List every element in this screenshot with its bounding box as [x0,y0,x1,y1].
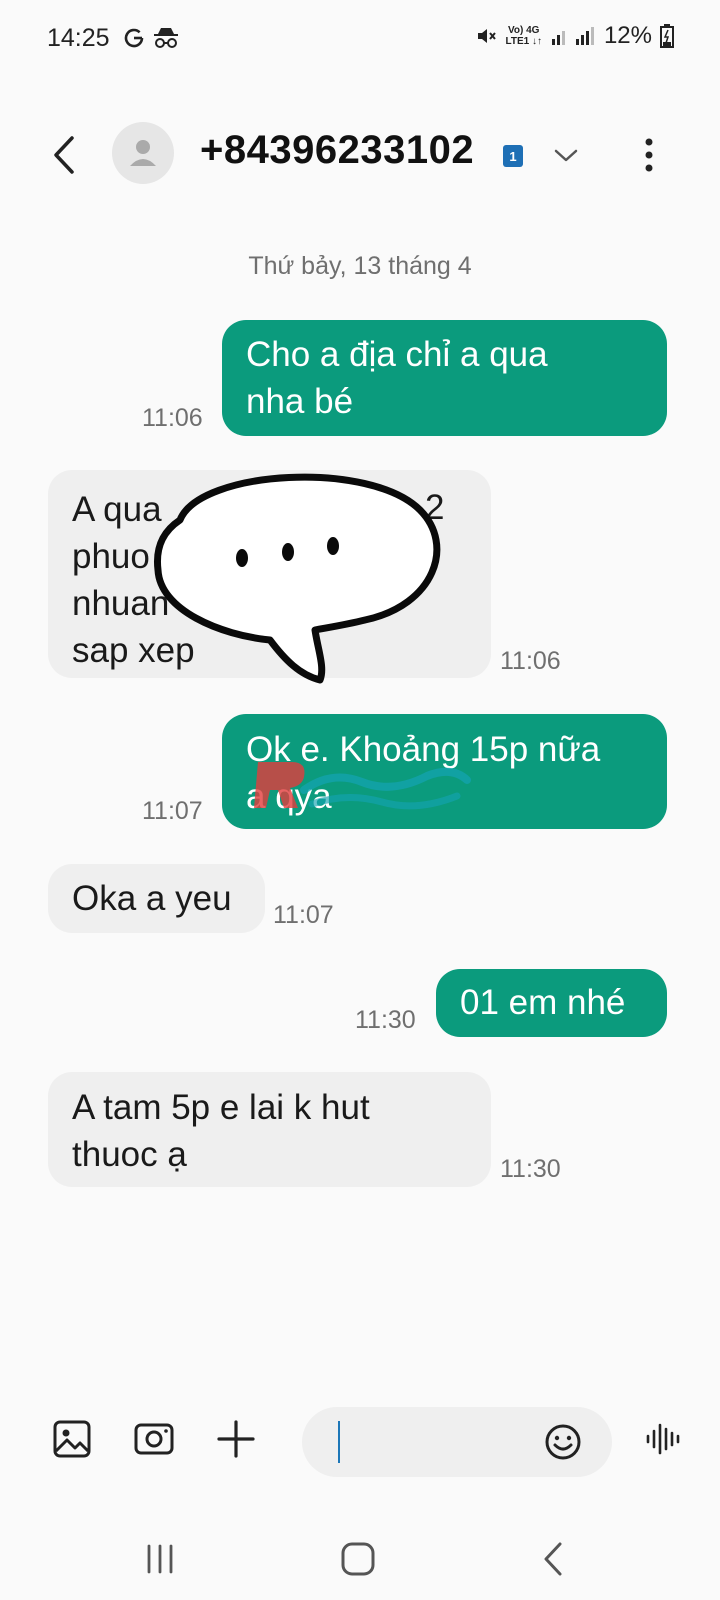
more-vertical-icon[interactable] [634,130,664,180]
message-input[interactable] [302,1407,612,1477]
mute-icon [478,29,497,43]
message-bubble-received[interactable]: A tam 5p e lai k hut thuoc ạ [48,1072,491,1187]
watermark-logo [254,762,471,810]
text-caret [338,1421,340,1463]
battery-icon [660,24,674,48]
signal-icon [551,27,594,45]
emoji-icon[interactable] [544,1423,582,1461]
message-time: 11:07 [142,797,203,825]
recent-apps-icon[interactable] [135,1534,185,1584]
camera-icon[interactable] [132,1417,176,1461]
incognito-icon [154,28,178,48]
sim-badge: 1 [503,145,523,167]
back-arrow-icon[interactable] [44,130,84,180]
message-bubble-sent[interactable]: Cho a địa chỉ a qua nha bé [222,320,667,436]
network-top-label: Vo) 4G [507,25,540,36]
home-icon[interactable] [333,1534,383,1584]
status-time: 14:25 [47,24,110,52]
speech-bubble-sticker [153,473,441,684]
back-icon[interactable] [530,1534,580,1584]
plus-icon[interactable] [214,1417,258,1461]
contact-name[interactable]: +84396233102 [200,128,474,173]
date-separator: Thứ bảy, 13 tháng 4 [248,252,472,280]
google-g-icon [124,28,144,48]
compose-bar [0,1395,720,1485]
system-nav-bar [0,1520,720,1600]
battery-percent: 12% [603,22,652,49]
avatar-person-icon [130,140,156,166]
network-bottom-label: LTE1 ↓↑ [505,36,542,47]
conversation-header: +84396233102 1 [0,110,720,200]
message-bubble-received[interactable]: Oka a yeu [48,864,265,933]
message-time: 11:30 [500,1155,561,1183]
message-bubble-sent[interactable]: 01 em nhé [436,969,667,1037]
voice-icon[interactable] [644,1417,684,1461]
avatar[interactable] [112,122,174,184]
chevron-down-icon[interactable] [550,140,582,170]
message-time: 11:30 [355,1006,416,1034]
message-time: 11:06 [142,404,203,432]
status-bar: 14:25 Vo) 4G LTE1 ↓↑ 12% [0,0,720,80]
message-time: 11:07 [273,901,334,929]
message-time: 11:06 [500,647,561,675]
gallery-icon[interactable] [50,1417,94,1461]
